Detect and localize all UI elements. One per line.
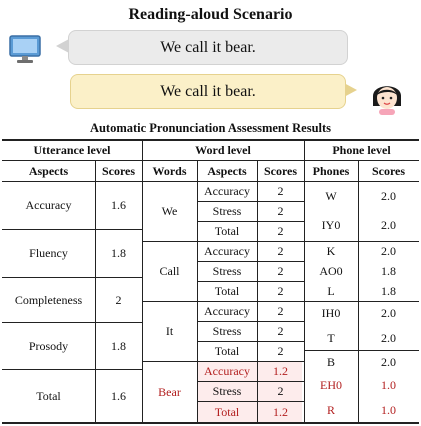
word-aspect: Stress bbox=[212, 384, 242, 398]
utterance-score: 1.6 bbox=[111, 388, 126, 403]
utterance-score: 1.6 bbox=[111, 198, 126, 212]
phone-cell: IH0 bbox=[321, 305, 341, 320]
phone-score: 2.0 bbox=[381, 217, 396, 232]
phone-score: 2.0 bbox=[381, 354, 396, 369]
word-aspect: Stress bbox=[212, 204, 242, 218]
word-aspect-error: Accuracy bbox=[204, 364, 250, 378]
system-message-bubble: We call it bear. bbox=[68, 30, 348, 65]
word-aspect: Stress bbox=[212, 264, 242, 278]
word-score: 2 bbox=[277, 284, 284, 298]
col-header-scores: Scores bbox=[371, 163, 406, 178]
phone-cell: AO0 bbox=[319, 263, 343, 278]
utterance-score: 2 bbox=[115, 292, 122, 307]
p-group-rule bbox=[304, 350, 419, 351]
figure-title: Reading-aloud Scenario bbox=[128, 6, 293, 23]
utterance-aspect: Prosody bbox=[28, 338, 69, 353]
word-aspect: Accuracy bbox=[204, 244, 250, 258]
word-score: 2 bbox=[277, 324, 284, 338]
utterance-aspect: Accuracy bbox=[25, 198, 72, 212]
table-bottom-rule bbox=[2, 422, 419, 424]
utterance-aspect: Total bbox=[36, 388, 61, 403]
word-score: 2 bbox=[277, 224, 284, 238]
word-score: 2 bbox=[277, 184, 284, 198]
col-header-aspects: Aspects bbox=[28, 163, 69, 178]
col-header-scores: Scores bbox=[101, 163, 136, 178]
col-header-scores: Scores bbox=[263, 163, 298, 178]
phone-cell-error: EH0 bbox=[320, 377, 342, 392]
utterance-score: 1.8 bbox=[111, 246, 126, 260]
phone-score: 2.0 bbox=[381, 305, 396, 320]
word-aspect: Total bbox=[214, 344, 240, 358]
phone-cell: K bbox=[326, 244, 336, 258]
phone-cell: T bbox=[327, 330, 335, 345]
computer-monitor-icon bbox=[9, 35, 41, 63]
word-aspect: Stress bbox=[212, 324, 242, 338]
word-cell: Call bbox=[159, 264, 180, 278]
word-aspect: Accuracy bbox=[204, 184, 250, 198]
col-header-aspects: Aspects bbox=[207, 163, 247, 178]
phone-score: 1.8 bbox=[381, 263, 396, 278]
word-cell: It bbox=[165, 324, 174, 338]
utterance-aspect: Fluency bbox=[29, 246, 68, 260]
word-score-error: 1.2 bbox=[273, 364, 288, 378]
utterance-score: 1.8 bbox=[111, 338, 126, 353]
word-score: 2 bbox=[277, 244, 284, 258]
utterance-aspect: Completeness bbox=[14, 292, 83, 307]
word-score-error: 1.2 bbox=[273, 404, 288, 419]
table-title: Automatic Pronunciation Assessment Resul… bbox=[89, 121, 332, 135]
phone-score: 1.8 bbox=[381, 283, 396, 298]
word-cell: We bbox=[161, 204, 178, 218]
phone-score-error: 1.0 bbox=[381, 377, 396, 392]
phone-cell: L bbox=[327, 283, 335, 298]
word-aspect: Total bbox=[214, 224, 240, 238]
word-aspect-error: Total bbox=[214, 404, 240, 419]
col-header-phones: Phones bbox=[312, 163, 350, 178]
phone-cell: B bbox=[326, 354, 335, 369]
phone-cell: W bbox=[325, 188, 337, 203]
word-level-header: Word level bbox=[195, 142, 251, 157]
phone-score: 2.0 bbox=[381, 244, 396, 258]
phone-level-header: Phone level bbox=[332, 142, 391, 157]
user-message-bubble: We call it bear. bbox=[70, 74, 346, 109]
col-header-words: Words bbox=[152, 163, 187, 178]
phone-score: 2.0 bbox=[381, 188, 396, 203]
utterance-level-header: Utterance level bbox=[33, 142, 111, 157]
word-score: 2 bbox=[277, 204, 284, 218]
phone-score: 2.0 bbox=[381, 330, 396, 345]
p-group-rule bbox=[304, 301, 419, 302]
word-score: 2 bbox=[277, 264, 284, 278]
word-score: 2 bbox=[277, 304, 284, 318]
phone-cell: IY0 bbox=[321, 217, 341, 232]
phone-cell-error: R bbox=[326, 402, 335, 417]
word-aspect: Total bbox=[214, 284, 240, 298]
phone-score-error: 1.0 bbox=[381, 402, 396, 417]
word-aspect: Accuracy bbox=[204, 304, 250, 318]
word-cell-error: Bear bbox=[158, 384, 181, 399]
word-score: 2 bbox=[277, 344, 284, 358]
girl-avatar-icon bbox=[373, 86, 401, 115]
word-score: 2 bbox=[277, 384, 284, 398]
